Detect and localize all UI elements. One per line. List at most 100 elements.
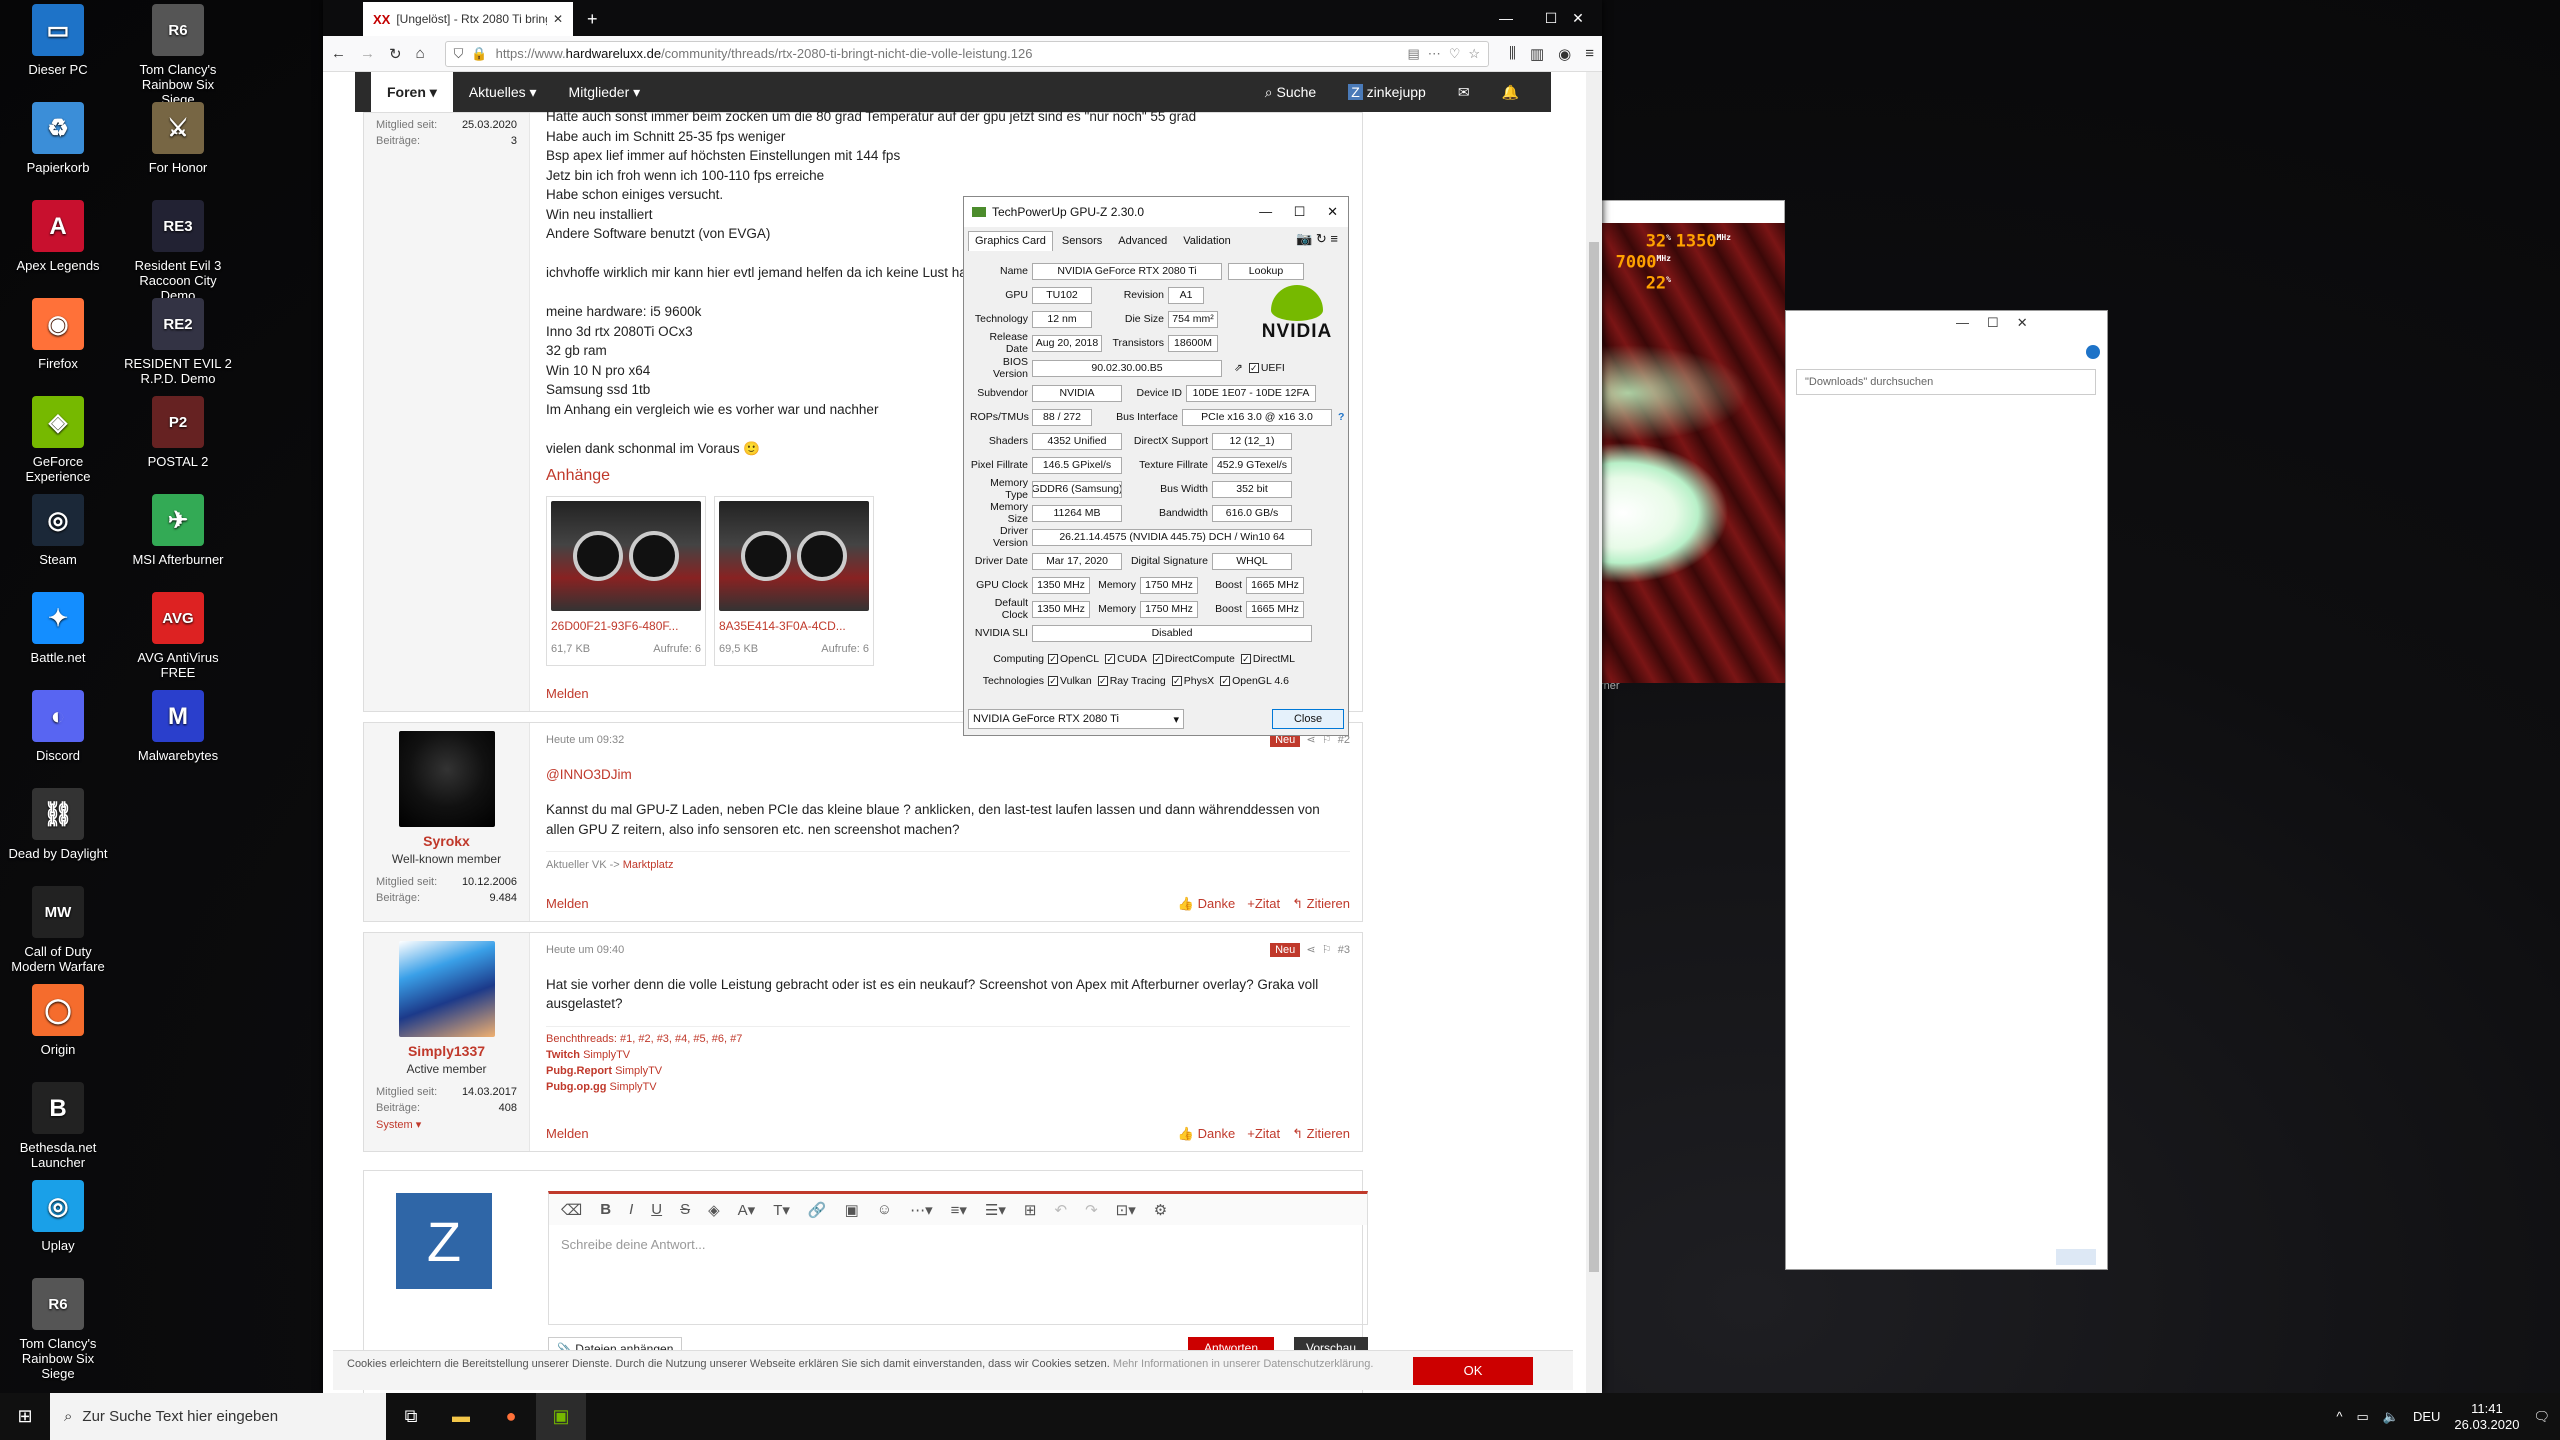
network-icon[interactable]: ▭: [2356, 1409, 2368, 1425]
gpuz-value-revision[interactable]: A1: [1168, 286, 1204, 304]
like-button[interactable]: 👍 Danke: [1178, 1124, 1235, 1144]
close-tab-icon[interactable]: ✕: [553, 12, 563, 26]
view-toggle-icon[interactable]: [2056, 1249, 2096, 1265]
feature-checkbox[interactable]: ✓ Ray Tracing: [1097, 675, 1166, 687]
gpuz-value-defboost[interactable]: 1665 MHz: [1246, 600, 1304, 618]
gpuz-value-bus[interactable]: PCIe x16 3.0 @ x16 3.0: [1182, 408, 1332, 426]
desktop-icon[interactable]: MW Call of Duty Modern Warfare: [4, 886, 112, 974]
gpuz-titlebar[interactable]: TechPowerUp GPU-Z 2.30.0 — ☐ ✕: [964, 197, 1348, 227]
forward-icon[interactable]: →: [360, 45, 375, 62]
avatar[interactable]: [398, 731, 495, 827]
gpuz-tab[interactable]: Sensors: [1055, 231, 1109, 251]
desktop-icon[interactable]: ✈ MSI Afterburner: [124, 494, 232, 567]
gpuz-value-mem[interactable]: 1750 MHz: [1140, 576, 1198, 594]
nav-user[interactable]: Z zinkejupp: [1332, 72, 1442, 112]
desktop-icon[interactable]: B Bethesda.net Launcher: [4, 1082, 112, 1170]
gpuz-value-gpu[interactable]: TU102: [1032, 286, 1092, 304]
gpu-select[interactable]: NVIDIA GeForce RTX 2080 Ti ▾: [968, 709, 1184, 729]
feature-checkbox[interactable]: ✓ CUDA: [1105, 653, 1147, 665]
attachment[interactable]: 8A35E414-3F0A-4CD... 69,5 KB Aufrufe: 6: [714, 495, 874, 666]
quote-button[interactable]: +Zitat: [1247, 894, 1280, 914]
insert-icon[interactable]: ⊡▾: [1116, 1201, 1136, 1219]
reader-icon[interactable]: ▤: [1407, 46, 1419, 62]
gpuz-value-name[interactable]: NVIDIA GeForce RTX 2080 Ti: [1032, 262, 1222, 280]
lookup-button[interactable]: Lookup: [1228, 262, 1304, 280]
gpuz-value-dx[interactable]: 12 (12_1): [1212, 432, 1292, 450]
language-indicator[interactable]: DEU: [2413, 1409, 2440, 1424]
image-icon[interactable]: ▣: [845, 1201, 859, 1219]
close-window-icon[interactable]: ✕: [1555, 0, 1601, 36]
cookie-ok-button[interactable]: OK: [1413, 1357, 1533, 1385]
italic-icon[interactable]: I: [629, 1201, 633, 1218]
url-bar[interactable]: ⛉ 🔒 https://www.hardwareluxx.de/communit…: [444, 40, 1490, 67]
page-scrollbar[interactable]: [1586, 72, 1602, 1393]
gpuz-value-gpuclock[interactable]: 1350 MHz: [1032, 576, 1090, 594]
gpuz-value-rops[interactable]: 88 / 272: [1032, 408, 1092, 426]
sig-twitch-link[interactable]: SimplyTV: [583, 1049, 630, 1061]
align-icon[interactable]: ≡▾: [951, 1201, 967, 1219]
gpuz-value-tech[interactable]: 12 nm: [1032, 310, 1092, 328]
more-icon[interactable]: ⋯▾: [910, 1201, 933, 1219]
feature-checkbox[interactable]: ✓ OpenGL 4.6: [1220, 675, 1289, 687]
gpuz-value-tex[interactable]: 452.9 GTexel/s: [1212, 456, 1292, 474]
gpuz-window[interactable]: TechPowerUp GPU-Z 2.30.0 — ☐ ✕ Graphics …: [963, 196, 1349, 736]
desktop-icon[interactable]: ◈ GeForce Experience: [4, 396, 112, 484]
inbox-icon[interactable]: ✉: [1442, 72, 1486, 112]
shield-icon[interactable]: ⛉: [454, 46, 464, 62]
sig-opgg-link[interactable]: SimplyTV: [610, 1081, 657, 1093]
bus-help-icon[interactable]: ?: [1338, 411, 1344, 423]
gear-icon[interactable]: ⚙: [1154, 1201, 1167, 1219]
gpuz-value-defmem[interactable]: 1750 MHz: [1140, 600, 1198, 618]
uefi-checkbox[interactable]: ✓ UEFI: [1248, 362, 1285, 374]
sig-pubgreport-link[interactable]: SimplyTV: [615, 1065, 662, 1077]
pocket-icon[interactable]: ♡: [1449, 46, 1461, 62]
gpuz-value-sli[interactable]: Disabled: [1032, 624, 1312, 642]
desktop-icon[interactable]: RE2 RESIDENT EVIL 2 R.P.D. Demo: [124, 298, 232, 386]
feature-checkbox[interactable]: ✓ DirectML: [1240, 653, 1295, 665]
username[interactable]: Simply1337: [376, 1043, 517, 1059]
gpuz-tab[interactable]: Validation: [1176, 231, 1238, 251]
desktop-icon[interactable]: AVG AVG AntiVirus FREE: [124, 592, 232, 680]
sidebar-icon[interactable]: ▥: [1530, 45, 1544, 63]
gpuz-close-button[interactable]: Close: [1272, 709, 1344, 729]
gpuz-value-memsize[interactable]: 11264 MB: [1032, 504, 1122, 522]
font-icon[interactable]: A▾: [738, 1201, 756, 1219]
gpuz-value-buswidth[interactable]: 352 bit: [1212, 480, 1292, 498]
tray-chevron-icon[interactable]: ^: [2336, 1409, 2342, 1424]
privacy-link[interactable]: Mehr Informationen in unserer Datenschut…: [1113, 1358, 1373, 1370]
gpuz-tab[interactable]: Graphics Card: [968, 231, 1053, 251]
gpuz-value-sig[interactable]: WHQL: [1212, 552, 1292, 570]
eraser-icon[interactable]: ⌫: [561, 1201, 582, 1219]
bell-icon[interactable]: 🔔: [1486, 72, 1535, 112]
desktop-icon[interactable]: ⚔ For Honor: [124, 102, 232, 175]
bookmark-icon[interactable]: ⚐: [1322, 944, 1332, 956]
file-explorer-window[interactable]: — ☐ ✕ "Downloads" durchsuchen: [1785, 310, 2108, 1270]
nav-aktuelles[interactable]: Aktuelles ▾: [453, 72, 553, 112]
desktop-icon[interactable]: ◉ Firefox: [4, 298, 112, 371]
attachment-name[interactable]: 8A35E414-3F0A-4CD...: [719, 617, 869, 637]
gpuz-toolbar-icons[interactable]: 📷 ↻ ≡: [1296, 231, 1338, 247]
bold-icon[interactable]: B: [600, 1201, 611, 1218]
desktop-icon[interactable]: P2 POSTAL 2: [124, 396, 232, 469]
more-icon[interactable]: ⋯: [1428, 46, 1441, 62]
desktop-icon[interactable]: ▭ Dieser PC: [4, 4, 112, 77]
nav-mitglieder[interactable]: Mitglieder ▾: [553, 72, 657, 112]
back-icon[interactable]: ←: [331, 45, 346, 62]
gpuz-value-pixel[interactable]: 146.5 GPixel/s: [1032, 456, 1122, 474]
gpuz-value-memtype[interactable]: GDDR6 (Samsung): [1032, 480, 1122, 498]
menu-icon[interactable]: ≡: [1585, 45, 1594, 62]
share-bios-icon[interactable]: ⇗: [1234, 362, 1243, 374]
report-link[interactable]: Melden: [546, 1124, 589, 1144]
post-time[interactable]: Heute um 09:32: [546, 731, 624, 751]
desktop-icon[interactable]: R6 Tom Clancy's Rainbow Six Siege: [124, 4, 232, 107]
browser-tab[interactable]: XX [Ungelöst] - Rtx 2080 Ti bringt ✕: [363, 2, 573, 36]
post-number[interactable]: #3: [1338, 944, 1350, 956]
report-link[interactable]: Melden: [546, 684, 589, 704]
reply-textarea[interactable]: Schreibe deine Antwort...: [548, 1225, 1368, 1325]
undo-icon[interactable]: ↶: [1054, 1201, 1067, 1219]
attachment-thumbnail[interactable]: [719, 500, 869, 611]
mention-link[interactable]: @INNO3DJim: [546, 765, 1350, 785]
gpuz-value-trans[interactable]: 18600M: [1168, 334, 1218, 352]
list-icon[interactable]: ☰▾: [985, 1201, 1006, 1219]
link-icon[interactable]: 🔗: [808, 1201, 827, 1219]
